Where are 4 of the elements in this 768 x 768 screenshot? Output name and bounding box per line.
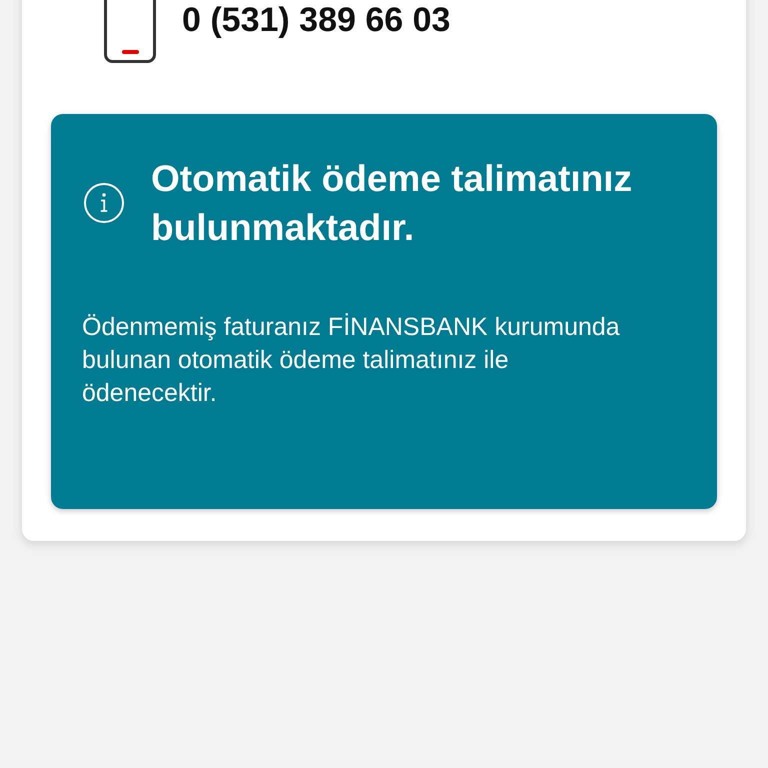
notice-message: Ödenmemiş faturanız FİNANSBANK kurumunda bulunan otomatik ödeme talimatınız ile ödenecektir. xyxy=(82,312,621,409)
notice-title: Otomatik ödeme talimatınız bulunmaktadır. xyxy=(151,157,634,250)
phone-number: 0 (531) 389 66 03 xyxy=(182,0,450,40)
info-icon xyxy=(84,183,124,223)
